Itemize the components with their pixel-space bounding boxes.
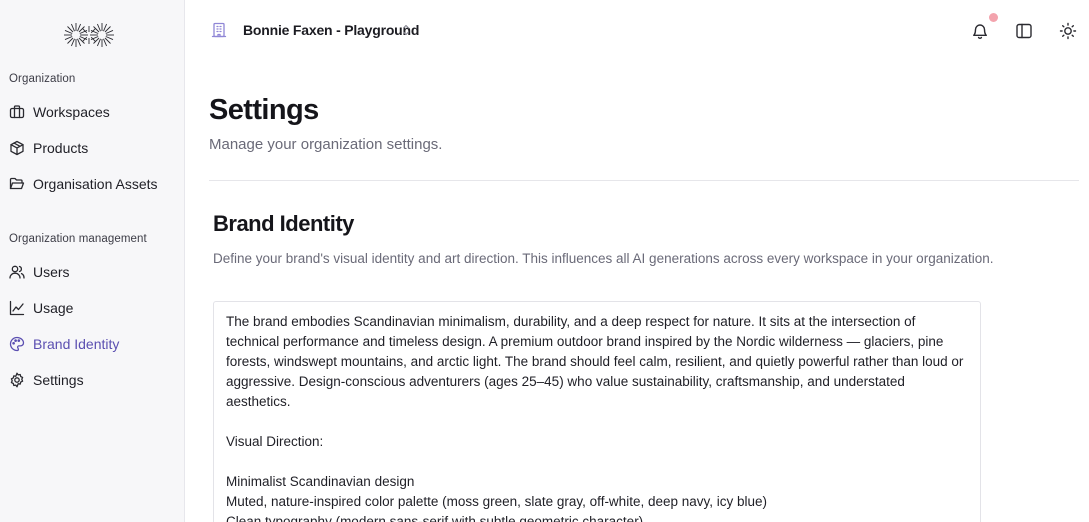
page-subtitle: Manage your organization settings. xyxy=(209,136,443,153)
page-title: Settings xyxy=(209,94,319,126)
sidebar-item-label: Usage xyxy=(33,300,74,316)
workspace-switcher[interactable]: Bonnie Faxen - Playground xyxy=(243,22,419,38)
sidebar-item-users[interactable]: Users xyxy=(9,260,177,284)
section-label-organization-management: Organization management xyxy=(9,233,147,245)
sidebar-item-usage[interactable]: Usage xyxy=(9,296,177,320)
sidebar-item-settings[interactable]: Settings xyxy=(9,368,177,392)
sidebar-item-label: Settings xyxy=(33,372,84,388)
building-icon xyxy=(211,22,227,38)
sun-icon xyxy=(1059,22,1077,40)
divider xyxy=(209,180,1079,181)
chevron-up-down-icon[interactable] xyxy=(401,23,411,37)
sidebar-item-workspaces[interactable]: Workspaces xyxy=(9,100,177,124)
line-chart-icon xyxy=(9,300,25,316)
sidebar-panel-icon xyxy=(1015,22,1033,40)
bell-icon xyxy=(971,22,989,40)
section-description: Define your brand's visual identity and … xyxy=(213,251,994,266)
briefcase-icon xyxy=(9,104,25,120)
notification-dot xyxy=(989,13,998,22)
folder-open-icon xyxy=(9,176,25,192)
sidebar-item-label: Workspaces xyxy=(33,104,110,120)
brand-logo[interactable] xyxy=(64,22,114,48)
sidebar-item-products[interactable]: Products xyxy=(9,136,177,160)
top-bar: Bonnie Faxen - Playground xyxy=(185,0,1089,60)
section-title-brand-identity: Brand Identity xyxy=(213,211,354,236)
brand-identity-textarea[interactable]: The brand embodies Scandinavian minimali… xyxy=(213,301,981,522)
gear-icon xyxy=(9,372,25,388)
sidebar-item-label: Products xyxy=(33,140,89,156)
sidebar-item-organisation-assets[interactable]: Organisation Assets xyxy=(9,172,177,196)
notifications-button[interactable] xyxy=(969,20,991,42)
toggle-panel-button[interactable] xyxy=(1013,20,1035,42)
users-icon xyxy=(9,264,25,280)
palette-icon xyxy=(9,336,25,352)
section-label-organization: Organization xyxy=(9,73,76,85)
sidebar-item-brand-identity[interactable]: Brand Identity xyxy=(9,332,177,356)
sidebar-item-label: Organisation Assets xyxy=(33,176,158,192)
theme-toggle-button[interactable] xyxy=(1057,20,1079,42)
sidebar-item-label: Brand Identity xyxy=(33,336,120,352)
package-icon xyxy=(9,140,25,156)
sidebar-item-label: Users xyxy=(33,264,70,280)
sidebar: Organization Workspaces Products Organis… xyxy=(0,0,185,522)
